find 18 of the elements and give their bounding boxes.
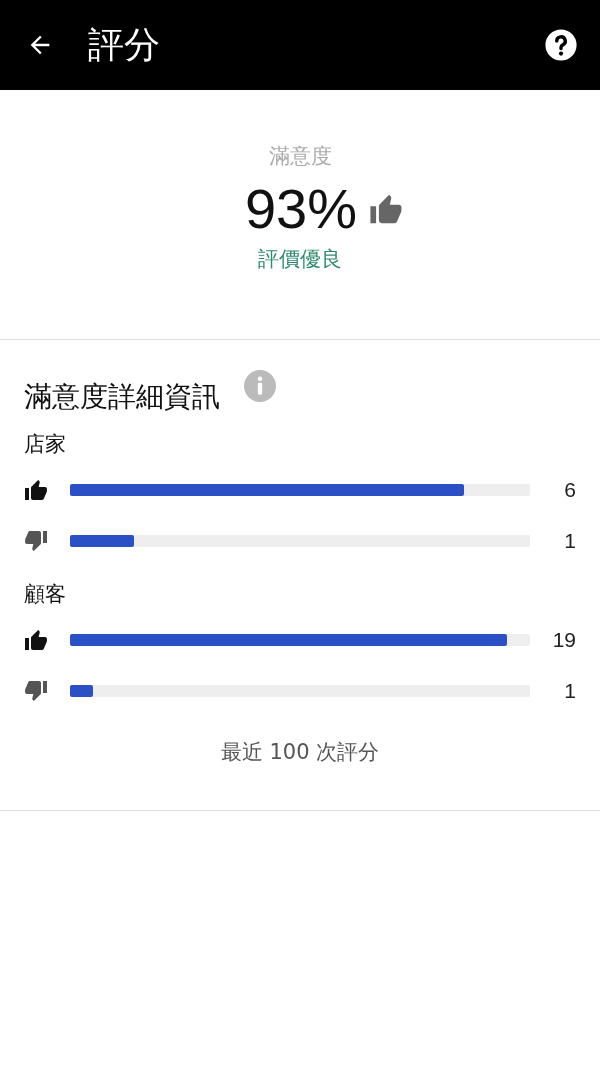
thumbs-down-icon	[24, 678, 48, 703]
page-title: 評分	[88, 22, 161, 67]
help-icon	[544, 28, 578, 62]
satisfaction-percent: 93%	[244, 176, 358, 241]
footnote: 最近 100 次評分	[219, 739, 381, 766]
count: 1	[563, 678, 576, 703]
thumbs-down-icon	[24, 528, 48, 553]
group-label: 顧客	[24, 581, 67, 608]
count: 6	[563, 477, 576, 502]
section-title: 滿意度詳細資訊	[24, 379, 220, 415]
thumbs-up-icon	[24, 477, 48, 502]
count: 1	[563, 528, 576, 553]
satisfaction-label: 滿意度	[268, 143, 332, 170]
rating-text: 評價優良	[258, 246, 342, 273]
help-button[interactable]	[544, 28, 578, 62]
group-label: 店家	[24, 431, 67, 458]
thumbs-up-icon	[24, 627, 48, 652]
count: 19	[551, 627, 576, 652]
